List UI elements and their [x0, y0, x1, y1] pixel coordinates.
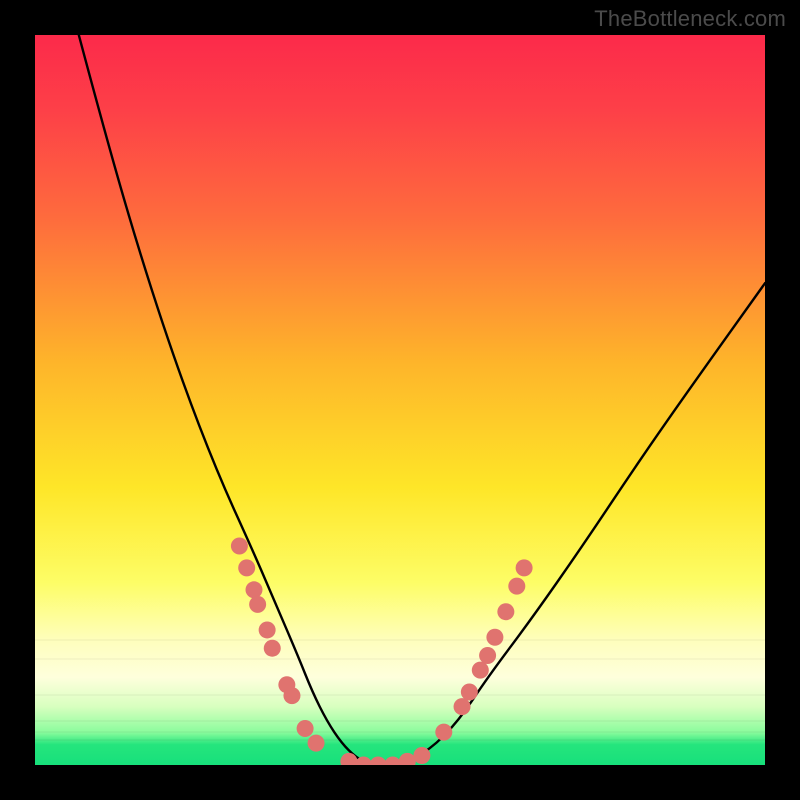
marker-dot [246, 581, 263, 598]
marker-dot [472, 662, 489, 679]
marker-dot [454, 698, 471, 715]
marker-dot [508, 578, 525, 595]
bottleneck-curve [79, 35, 765, 765]
plot-area [35, 35, 765, 765]
marker-dot [249, 596, 266, 613]
marker-dot [413, 747, 430, 764]
marker-dot [461, 684, 478, 701]
marker-dot [370, 757, 387, 766]
chart-frame: TheBottleneck.com [0, 0, 800, 800]
watermark-text: TheBottleneck.com [594, 6, 786, 32]
marker-dot [497, 603, 514, 620]
marker-dot [238, 559, 255, 576]
marker-dot [384, 757, 401, 766]
marker-dot [259, 621, 276, 638]
marker-dot [264, 640, 281, 657]
marker-dot [308, 735, 325, 752]
marker-dot [297, 720, 314, 737]
marker-dot [435, 724, 452, 741]
marker-dot [486, 629, 503, 646]
marker-dot [283, 687, 300, 704]
marker-dot [231, 538, 248, 555]
marker-dots [231, 538, 533, 766]
marker-dot [516, 559, 533, 576]
marker-dot [479, 647, 496, 664]
bottleneck-curve-svg [35, 35, 765, 765]
marker-dot [399, 753, 416, 765]
